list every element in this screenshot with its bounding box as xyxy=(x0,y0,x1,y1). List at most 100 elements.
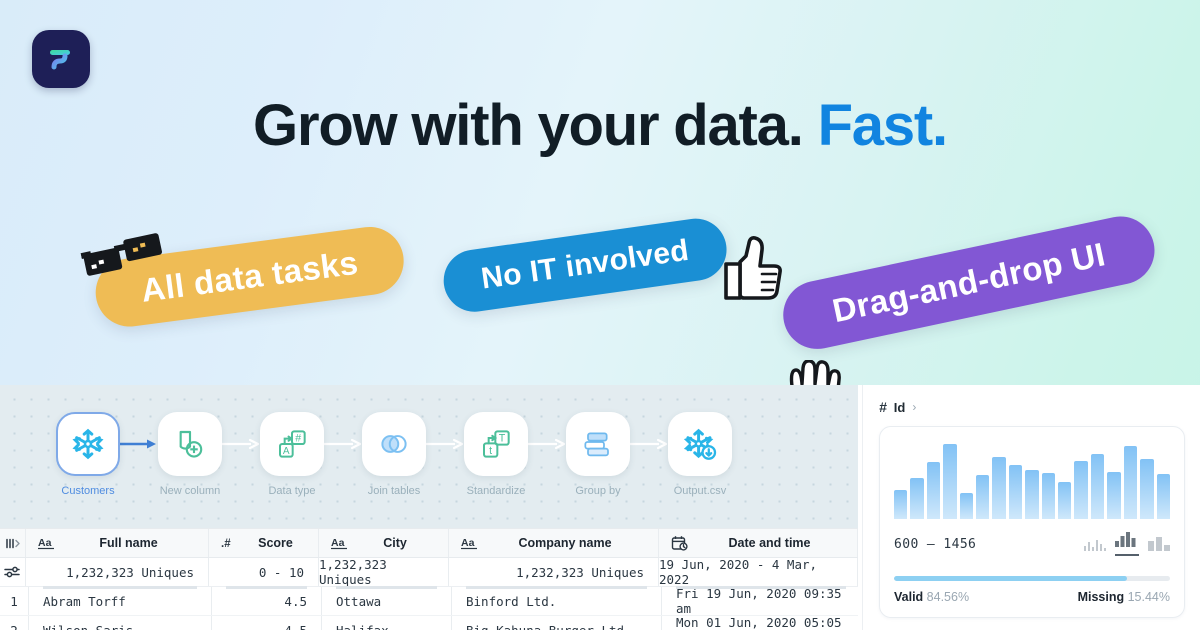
column-header-label: Company name xyxy=(518,536,612,550)
missing-value: 15.44% xyxy=(1127,590,1170,604)
cell-full-name[interactable]: Abram Torff xyxy=(29,586,212,615)
table-row[interactable]: 1 Abram Torff 4.5 Ottawa Binford Ltd. Fr… xyxy=(0,586,858,616)
pipeline-canvas[interactable]: Customers New column # A Data type Join … xyxy=(0,385,858,528)
column-header-label: Score xyxy=(258,536,293,550)
calendar-clock-icon xyxy=(671,535,688,551)
pipeline-node-output-csv[interactable]: Output.csv xyxy=(668,412,732,497)
badge-label: Drag-and-drop UI xyxy=(829,235,1109,330)
table-header-row: Aa Full name .# Score Aa City Aa Company… xyxy=(0,528,858,558)
node-label: Group by xyxy=(575,485,621,497)
histogram-bar xyxy=(959,492,974,519)
pipeline-node-join-tables[interactable]: Join tables xyxy=(362,412,426,497)
valid-missing-progress xyxy=(894,576,1170,581)
join-tables-icon xyxy=(381,435,407,453)
thumbs-up-icon xyxy=(722,234,784,305)
pipeline-node-group-by[interactable]: Group by xyxy=(566,412,630,497)
pipeline-arrow xyxy=(528,412,566,476)
svg-text:Aa: Aa xyxy=(38,537,52,549)
histogram-chart[interactable] xyxy=(894,441,1170,519)
histogram-bar xyxy=(926,462,941,519)
pipeline-node-customers[interactable]: Customers xyxy=(56,412,120,497)
page-title: Grow with your data. Fast. xyxy=(0,92,1200,159)
data-table[interactable]: Aa Full name .# Score Aa City Aa Company… xyxy=(0,528,858,630)
block-chart-icon[interactable] xyxy=(1148,536,1170,556)
cell-date-and-time[interactable]: Fri 19 Jun, 2020 09:35 am xyxy=(662,586,858,616)
summary-company-name: 1,232,323 Uniques xyxy=(449,558,659,586)
text-aa-icon: Aa xyxy=(461,536,478,550)
valid-stat: Valid 84.56% xyxy=(894,590,969,604)
column-header-company-name[interactable]: Aa Company name xyxy=(449,529,659,557)
bar-chart-icon[interactable] xyxy=(1115,532,1139,556)
cell-city[interactable]: Halifax xyxy=(322,616,452,630)
node-tile[interactable]: # A xyxy=(260,412,324,476)
node-tile[interactable] xyxy=(56,412,120,476)
svg-text:t: t xyxy=(489,445,492,457)
columns-expand-icon[interactable] xyxy=(0,529,26,557)
app-logo[interactable] xyxy=(32,30,90,88)
node-label: Customers xyxy=(61,485,115,497)
column-header-score[interactable]: .# Score xyxy=(209,529,319,557)
cell-date-and-time[interactable]: Mon 01 Jun, 2020 05:05 pm xyxy=(662,615,858,630)
chart-type-toggles xyxy=(1084,532,1170,556)
pipeline-arrow xyxy=(426,412,464,476)
node-label: Standardize xyxy=(466,485,526,497)
cell-score[interactable]: 4.5 xyxy=(212,616,322,630)
histogram-bar xyxy=(910,478,924,519)
histogram-bar xyxy=(1074,461,1088,519)
pipeline-arrow xyxy=(324,412,362,476)
missing-stat: Missing 15.44% xyxy=(1078,590,1170,604)
ebook-s-logo-icon xyxy=(50,50,70,70)
cell-company-name[interactable]: Binford Ltd. xyxy=(452,586,662,615)
filter-sliders-icon[interactable] xyxy=(0,558,26,586)
valid-label: Valid xyxy=(894,590,924,604)
number-hash-icon: # xyxy=(879,399,887,415)
pipeline-arrow-active xyxy=(120,412,158,476)
text-aa-icon: Aa xyxy=(331,536,348,550)
histogram-bar xyxy=(992,456,1006,519)
chevron-right-icon[interactable]: › xyxy=(912,400,916,414)
pipeline-node-new-column[interactable]: New column xyxy=(158,412,222,497)
pipeline-node-data-type[interactable]: # A Data type xyxy=(260,412,324,497)
histogram-range-label: 600 — 1456 xyxy=(894,536,977,552)
row-number: 2 xyxy=(0,616,29,630)
stats-header[interactable]: # Id › xyxy=(879,397,1184,417)
summary-score: 0 - 10 xyxy=(209,558,319,586)
valid-value: 84.56% xyxy=(926,590,970,604)
column-header-label: Full name xyxy=(99,536,158,550)
hero-section: Grow with your data. Fast. All data task… xyxy=(0,0,1200,418)
cell-score[interactable]: 4.5 xyxy=(212,586,322,615)
node-label: Data type xyxy=(268,485,316,497)
badge-label: All data tasks xyxy=(138,243,361,309)
histogram-bar xyxy=(894,489,908,519)
cell-company-name[interactable]: Big Kahuna Burger Ltd xyxy=(452,616,662,630)
column-header-date-and-time[interactable]: Date and time xyxy=(659,529,858,557)
row-number: 1 xyxy=(0,587,29,615)
svg-text:Aa: Aa xyxy=(461,537,475,549)
column-header-full-name[interactable]: Aa Full name xyxy=(26,529,209,557)
cell-city[interactable]: Ottawa xyxy=(322,586,452,615)
pipeline-node-standardize[interactable]: T t Standardize xyxy=(464,412,528,497)
cell-full-name[interactable]: Wilson Saris xyxy=(29,616,212,630)
sparkline-icon[interactable] xyxy=(1084,536,1106,556)
column-header-city[interactable]: Aa City xyxy=(319,529,449,557)
histogram-bar xyxy=(1058,481,1072,519)
node-tile[interactable]: T t xyxy=(464,412,528,476)
badge-no-it-involved: No IT involved xyxy=(439,214,731,316)
histogram-bar xyxy=(1107,472,1121,519)
node-tile[interactable] xyxy=(362,412,426,476)
badge-drag-and-drop-ui: Drag-and-drop UI xyxy=(776,210,1161,356)
snowflake-icon xyxy=(72,428,104,460)
node-tile[interactable] xyxy=(668,412,732,476)
column-header-label: City xyxy=(383,536,407,550)
node-tile[interactable] xyxy=(566,412,630,476)
headline-main: Grow with your data. xyxy=(253,93,804,158)
table-row[interactable]: 2 Wilson Saris 4.5 Halifax Big Kahuna Bu… xyxy=(0,615,858,630)
pipeline-node-row: Customers New column # A Data type Join … xyxy=(56,412,732,497)
badge-all-data-tasks: All data tasks xyxy=(91,222,408,331)
node-tile[interactable] xyxy=(158,412,222,476)
standardize-icon: T t xyxy=(483,430,510,458)
number-dot-hash-icon: .# xyxy=(221,536,239,550)
histogram-range-row: 600 — 1456 xyxy=(894,532,1170,556)
histogram-bar xyxy=(943,443,957,519)
table-summary-row: 1,232,323 Uniques 0 - 10 1,232,323 Uniqu… xyxy=(0,557,858,587)
